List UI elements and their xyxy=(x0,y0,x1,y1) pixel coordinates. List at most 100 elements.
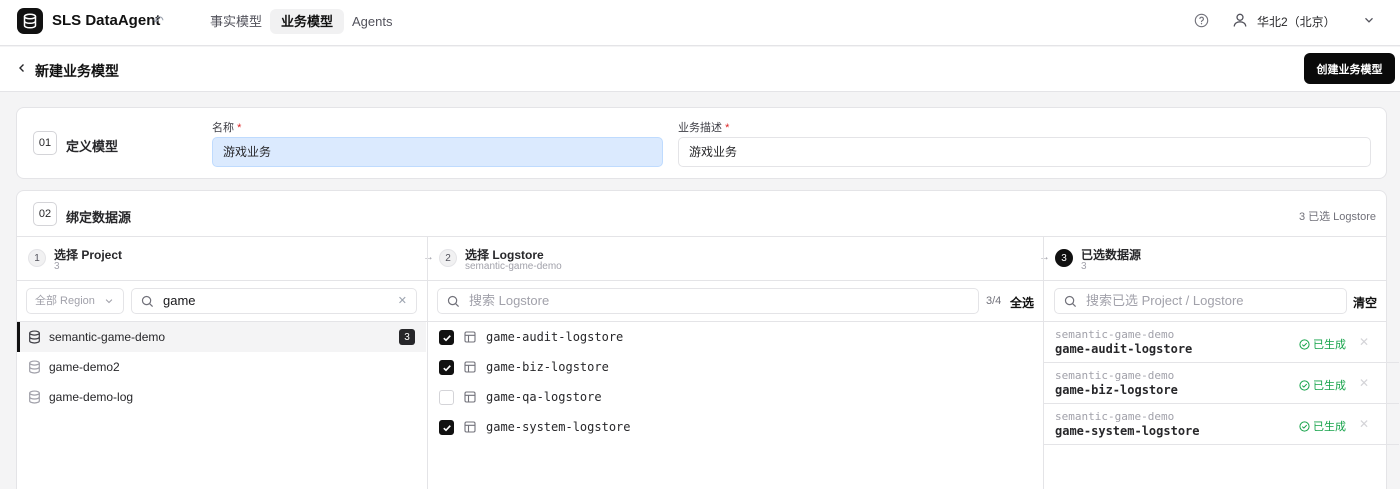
description-label: 业务描述 * xyxy=(678,119,729,135)
check-icon xyxy=(442,424,451,431)
selected-project-name: semantic-game-demo xyxy=(1055,369,1175,382)
project-search-value: game xyxy=(163,293,196,308)
logstore-checkbox[interactable] xyxy=(439,360,454,375)
column-title: 已选数据源 xyxy=(1081,248,1142,262)
status-text: 已生成 xyxy=(1313,421,1346,433)
region-selector[interactable]: 华北2（北京） xyxy=(1257,13,1336,30)
project-row[interactable]: semantic-game-demo 3 xyxy=(17,322,426,352)
required-mark: * xyxy=(725,122,730,134)
project-row[interactable]: game-demo2 xyxy=(17,352,426,382)
selected-project-name: semantic-game-demo xyxy=(1055,410,1175,423)
logstore-row[interactable]: game-audit-logstore xyxy=(428,322,1042,352)
logstore-name: game-qa-logstore xyxy=(486,390,602,404)
selected-logstore-name: game-audit-logstore xyxy=(1055,342,1193,356)
selected-logstore-name: game-biz-logstore xyxy=(1055,383,1178,397)
define-model-card: 01 定义模型 名称 * 游戏业务 业务描述 * 游戏业务 xyxy=(16,107,1387,179)
user-icon[interactable] xyxy=(1232,12,1248,28)
column-title: 选择 Project xyxy=(54,248,123,262)
project-name: game-demo2 xyxy=(49,360,120,374)
generated-status: 已生成 xyxy=(1299,418,1346,434)
chevron-down-icon[interactable] xyxy=(1363,14,1375,26)
app-logo xyxy=(17,8,43,34)
create-business-model-button[interactable]: 创建业务模型 xyxy=(1304,53,1395,84)
chevron-down-icon xyxy=(105,299,113,304)
remove-icon[interactable]: ✕ xyxy=(1359,417,1369,431)
column-step-number: 3 xyxy=(1055,249,1073,267)
clear-search-icon[interactable]: ✕ xyxy=(398,289,407,313)
selected-datasource-item: semantic-game-demo game-system-logstore … xyxy=(1044,404,1399,445)
help-icon[interactable] xyxy=(1194,13,1209,28)
selected-datasource-item: semantic-game-demo game-audit-logstore 已… xyxy=(1044,322,1399,363)
nav-tab-agents[interactable]: Agents xyxy=(341,9,403,34)
description-label-text: 业务描述 xyxy=(678,122,722,134)
database-icon xyxy=(23,13,37,29)
column-subtitle: semantic-game-demo xyxy=(465,261,562,272)
nav-tab-fact-model[interactable]: 事实模型 xyxy=(199,9,273,34)
step-number: 02 xyxy=(33,202,57,226)
page-title: 新建业务模型 xyxy=(35,63,119,79)
name-label: 名称 * xyxy=(212,119,241,135)
remove-icon[interactable]: ✕ xyxy=(1359,335,1369,349)
column-subtitle: 3 xyxy=(1081,261,1087,272)
undo-icon[interactable]: ↶ xyxy=(153,13,164,29)
nav-tab-business-model[interactable]: 业务模型 xyxy=(270,9,345,34)
table-icon xyxy=(464,331,476,343)
logstore-checkbox[interactable] xyxy=(439,390,454,405)
logstore-column-header: 2 选择 Logstore semantic-game-demo xyxy=(428,236,1044,281)
required-mark: * xyxy=(237,122,242,134)
table-icon xyxy=(464,361,476,373)
logstore-checkbox[interactable] xyxy=(439,420,454,435)
selected-search-input[interactable]: 搜索已选 Project / Logstore xyxy=(1054,288,1347,314)
step-label: 绑定数据源 xyxy=(66,210,132,225)
column-subtitle: 3 xyxy=(54,261,60,272)
logstore-row[interactable]: game-system-logstore xyxy=(428,412,1042,442)
selected-datasource-item: semantic-game-demo game-biz-logstore 已生成… xyxy=(1044,363,1399,404)
selected-logstore-name: game-system-logstore xyxy=(1055,424,1200,438)
status-text: 已生成 xyxy=(1313,380,1346,392)
project-search-input[interactable]: game ✕ xyxy=(131,288,417,314)
back-icon[interactable] xyxy=(16,62,28,74)
check-icon xyxy=(442,364,451,371)
region-filter-select[interactable]: 全部 Region xyxy=(26,288,124,314)
logstore-name: game-audit-logstore xyxy=(486,330,624,344)
logstore-checkbox[interactable] xyxy=(439,330,454,345)
project-count-badge: 3 xyxy=(399,329,415,345)
search-icon xyxy=(141,295,154,308)
clear-selection-button[interactable]: 清空 xyxy=(1353,294,1377,311)
project-name: semantic-game-demo xyxy=(49,330,166,344)
generated-status: 已生成 xyxy=(1299,336,1346,352)
description-input[interactable]: 游戏业务 xyxy=(678,137,1371,167)
logstore-name: game-biz-logstore xyxy=(486,360,609,374)
name-input[interactable]: 游戏业务 xyxy=(212,137,663,167)
database-icon xyxy=(29,330,40,344)
step-number: 01 xyxy=(33,131,57,155)
selected-logstore-count: 3 已选 Logstore xyxy=(1298,211,1376,223)
project-row[interactable]: game-demo-log xyxy=(17,382,426,412)
selected-project-name: semantic-game-demo xyxy=(1055,328,1175,341)
remove-icon[interactable]: ✕ xyxy=(1359,376,1369,390)
logstore-row[interactable]: game-biz-logstore xyxy=(428,352,1042,382)
table-icon xyxy=(464,421,476,433)
database-icon xyxy=(29,360,40,374)
search-icon xyxy=(447,295,460,308)
logstore-search-input[interactable]: 搜索 Logstore xyxy=(437,288,979,314)
project-name: game-demo-log xyxy=(49,390,134,404)
column-step-number: 1 xyxy=(28,249,46,267)
logstore-search-placeholder: 搜索 Logstore xyxy=(469,293,550,308)
table-icon xyxy=(464,391,476,403)
search-icon xyxy=(1064,295,1077,308)
logstore-selected-fraction: 3/4 xyxy=(986,295,1002,307)
top-bar: SLS DataAgent ↶ 事实模型 业务模型 Agents 华北2（北京） xyxy=(0,0,1400,46)
name-label-text: 名称 xyxy=(212,122,234,134)
project-column-header: 1 选择 Project 3 xyxy=(17,236,427,281)
logstore-row[interactable]: game-qa-logstore xyxy=(428,382,1042,412)
selected-column-header: 3 已选数据源 3 xyxy=(1044,236,1387,281)
status-text: 已生成 xyxy=(1313,339,1346,351)
select-all-button[interactable]: 全选 xyxy=(1010,294,1034,311)
check-circle-icon xyxy=(1299,339,1310,350)
check-icon xyxy=(442,334,451,341)
step-label: 定义模型 xyxy=(66,139,119,154)
check-circle-icon xyxy=(1299,421,1310,432)
app-title: SLS DataAgent xyxy=(52,12,161,29)
page-header: 新建业务模型 创建业务模型 xyxy=(0,47,1400,92)
